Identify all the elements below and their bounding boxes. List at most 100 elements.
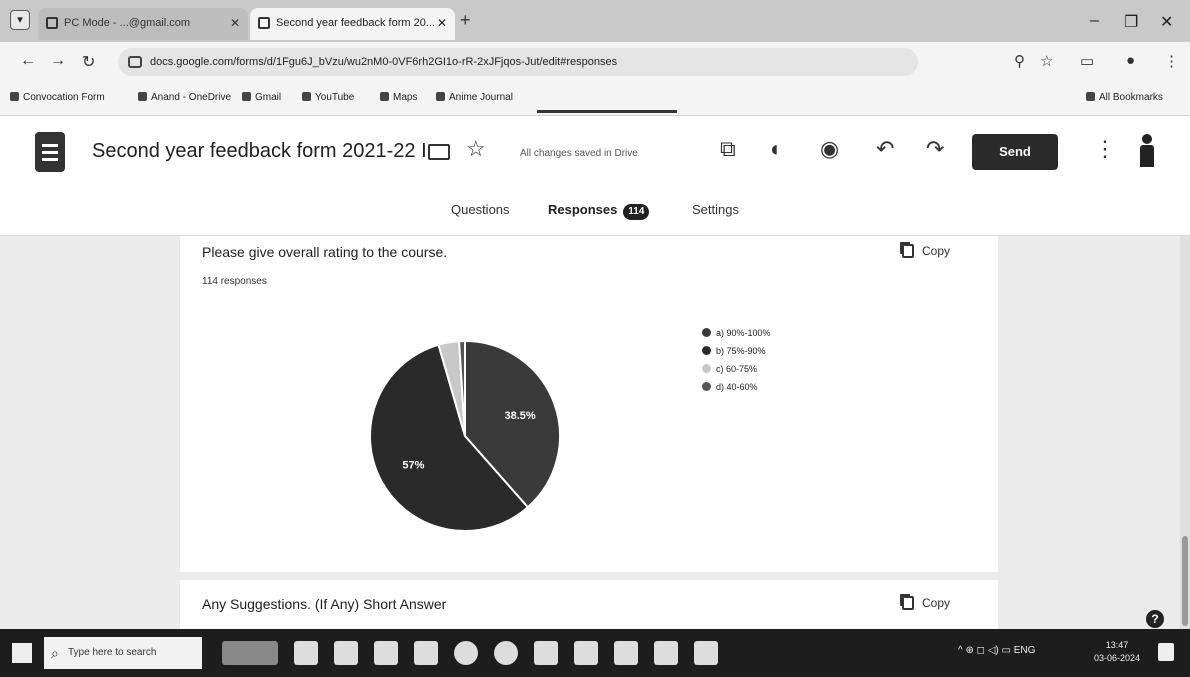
key-icon[interactable]: ⚲ — [1014, 52, 1025, 70]
chart-legend: a) 90%-100% b) 75%-90% c) 60-75% d) 40-60% — [702, 328, 771, 400]
legend-label: b) 75%-90% — [716, 346, 766, 356]
legend-swatch — [702, 346, 711, 355]
legend-label: d) 40-60% — [716, 382, 758, 392]
bookmark-item[interactable]: Anand - OneDrive — [138, 92, 231, 103]
bookmark-item[interactable]: Gmail — [242, 92, 281, 103]
start-button[interactable] — [12, 643, 32, 663]
form-tabs: Questions Responses 114 Settings — [0, 202, 1190, 232]
active-tab-indicator — [537, 110, 677, 113]
tab-title: Second year feedback form 20... — [276, 17, 435, 29]
legend-swatch — [702, 328, 711, 337]
page-scrollbar[interactable] — [1180, 236, 1190, 629]
bookmark-icon — [242, 92, 251, 101]
tab-favicon-icon — [258, 17, 270, 29]
browser-tab-forms[interactable]: Second year feedback form 20... ✕ — [250, 8, 455, 40]
system-tray[interactable]: ^ ⊕ ◻ ◁) ▭ ENG — [958, 645, 1035, 656]
response-count: 114 responses — [202, 276, 267, 287]
bookmark-item[interactable]: YouTube — [302, 92, 354, 103]
question-title: Please give overall rating to the course… — [202, 244, 448, 260]
legend-item[interactable]: b) 75%-90% — [702, 346, 771, 364]
tab-responses-label: Responses — [548, 202, 618, 217]
more-options-icon[interactable]: ⋮ — [1094, 136, 1116, 162]
sidepanel-icon[interactable]: ▭ — [1080, 52, 1094, 70]
question-title: Any Suggestions. (If Any) Short Answer — [202, 596, 447, 612]
back-icon[interactable]: ← — [20, 52, 36, 70]
tab-settings[interactable]: Settings — [692, 202, 739, 217]
power-app-icon[interactable] — [494, 641, 518, 665]
profile-icon[interactable]: ● — [1126, 52, 1135, 69]
bookmark-label: Gmail — [255, 92, 282, 103]
restore-icon[interactable]: ❐ — [1124, 12, 1138, 32]
preview-eye-icon[interactable]: ◉ — [820, 136, 839, 162]
reload-icon[interactable]: ↻ — [82, 52, 95, 72]
vlc-icon[interactable] — [574, 641, 598, 665]
word-icon[interactable] — [374, 641, 398, 665]
pie-chart-svg: 38.5% 57% — [369, 339, 561, 532]
tab-questions[interactable]: Questions — [451, 202, 510, 217]
redo-icon[interactable]: ↷ — [926, 136, 944, 162]
screenshot-app-icon[interactable] — [534, 641, 558, 665]
bookmark-item[interactable]: Anime Journal — [436, 92, 513, 103]
addons-icon[interactable]: ⧉ — [720, 136, 736, 162]
url-text: docs.google.com/forms/d/1Fgu6J_bVzu/wu2n… — [150, 56, 618, 68]
taskbar: Type here to search ^ ⊕ ◻ ◁) ▭ ENG 13:47… — [0, 629, 1190, 677]
address-bar[interactable]: docs.google.com/forms/d/1Fgu6J_bVzu/wu2n… — [118, 48, 918, 76]
legend-item[interactable]: d) 40-60% — [702, 382, 771, 400]
clock[interactable]: 13:47 03-06-2024 — [1094, 639, 1140, 665]
copy-chart-button[interactable]: Copy — [902, 244, 950, 258]
site-info-icon[interactable] — [128, 56, 142, 68]
pie-chart: 38.5% 57% — [365, 336, 565, 536]
help-icon[interactable]: ? — [1146, 610, 1164, 628]
pie-data-label: 57% — [402, 459, 424, 471]
send-button[interactable]: Send — [972, 134, 1058, 170]
widgets-icon[interactable] — [222, 641, 278, 665]
bookmark-item[interactable]: Maps — [380, 92, 417, 103]
close-tab-icon[interactable]: ✕ — [437, 8, 447, 38]
bookmark-label: Anime Journal — [449, 92, 513, 103]
scrollbar-thumb[interactable] — [1182, 536, 1188, 626]
avatar[interactable] — [1138, 134, 1156, 172]
legend-item[interactable]: a) 90%-100% — [702, 328, 771, 346]
file-explorer-icon[interactable] — [334, 641, 358, 665]
tab-favicon-icon — [46, 17, 58, 29]
legend-label: a) 90%-100% — [716, 328, 771, 338]
bookmark-icon — [138, 92, 147, 101]
legend-item[interactable]: c) 60-75% — [702, 364, 771, 382]
form-title[interactable]: Second year feedback form 2021-22 I — [92, 140, 427, 163]
minimize-icon[interactable]: – — [1090, 12, 1099, 30]
move-folder-icon[interactable] — [428, 144, 450, 160]
responses-count-badge: 114 — [623, 204, 650, 220]
notifications-icon[interactable] — [1158, 643, 1174, 661]
taskbar-search[interactable]: Type here to search — [44, 637, 202, 669]
forward-icon[interactable]: → — [50, 52, 66, 70]
bookmark-icon — [302, 92, 311, 101]
bookmark-star-icon[interactable]: ☆ — [1040, 52, 1053, 70]
app-icon[interactable] — [694, 641, 718, 665]
tab-title: PC Mode - ...@gmail.com — [64, 17, 191, 29]
copy-chart-button[interactable]: Copy — [902, 596, 950, 610]
new-tab-button[interactable]: + — [460, 10, 471, 31]
forms-header: Second year feedback form 2021-22 I ☆ Al… — [0, 116, 1190, 236]
close-window-icon[interactable]: ✕ — [1160, 12, 1173, 32]
app-icon[interactable] — [614, 641, 638, 665]
store-icon[interactable] — [414, 641, 438, 665]
palette-icon[interactable]: ◐ — [770, 136, 783, 162]
bookmark-label: YouTube — [315, 92, 355, 103]
clock-time: 13:47 — [1105, 640, 1129, 650]
app-icon[interactable] — [654, 641, 678, 665]
browser-tab-gmail[interactable]: PC Mode - ...@gmail.com ✕ — [38, 8, 248, 40]
clock-date: 03-06-2024 — [1094, 653, 1141, 663]
close-tab-icon[interactable]: ✕ — [230, 8, 240, 38]
all-bookmarks[interactable]: All Bookmarks — [1086, 92, 1163, 103]
star-icon[interactable]: ☆ — [466, 136, 486, 162]
folder-icon — [1086, 92, 1095, 101]
bookmark-item[interactable]: Convocation Form — [10, 92, 105, 103]
forms-logo-icon[interactable] — [35, 132, 65, 172]
legend-swatch — [702, 364, 711, 373]
tab-search-button[interactable]: ▾ — [10, 10, 30, 30]
tab-responses[interactable]: Responses 114 — [548, 202, 650, 220]
undo-icon[interactable]: ↶ — [876, 136, 894, 162]
chrome-icon[interactable] — [454, 641, 478, 665]
browser-menu-icon[interactable]: ⋮ — [1164, 52, 1179, 70]
task-view-icon[interactable] — [294, 641, 318, 665]
